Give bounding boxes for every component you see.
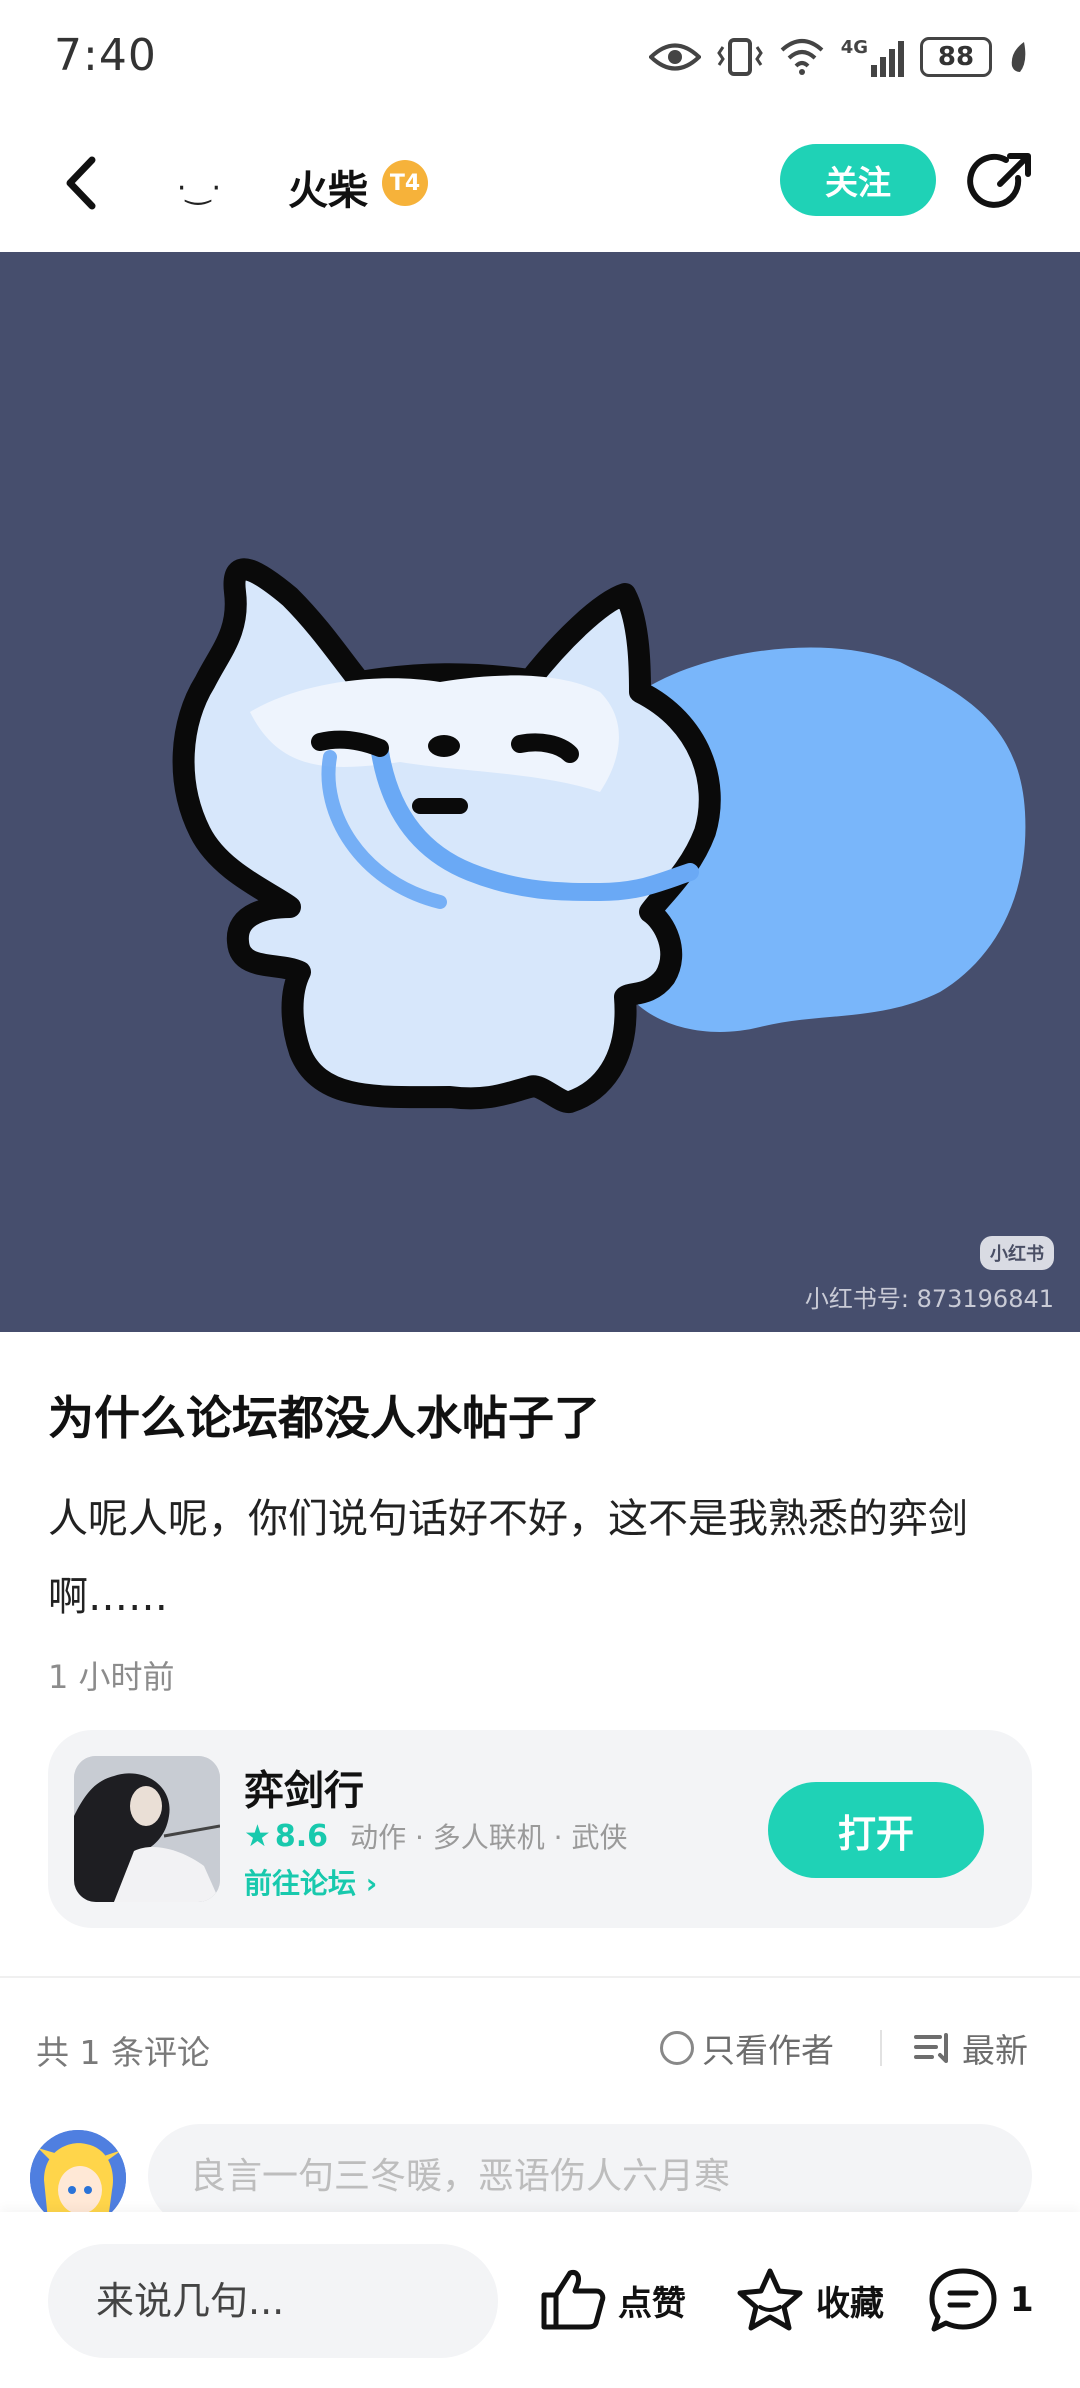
- go-to-forum-link[interactable]: 前往论坛 ›: [244, 1862, 377, 1902]
- signal-bar: [880, 57, 886, 77]
- header-separator: [880, 2030, 882, 2066]
- network-type: 4G: [840, 37, 868, 58]
- comment-bubble-icon: [929, 2268, 997, 2332]
- star-outline-icon: [737, 2268, 803, 2331]
- status-bar: 7:40 4G 88: [0, 0, 1080, 118]
- post-title: 为什么论坛都没人水帖子了: [48, 1391, 600, 1445]
- author-avatar[interactable]: · ͜ ·: [160, 148, 240, 228]
- game-tags: 动作 · 多人联机 · 武侠: [350, 1821, 628, 1854]
- wifi-icon: [780, 39, 824, 75]
- comment-button[interactable]: 1: [928, 2252, 1034, 2348]
- leaf-icon: [1011, 42, 1026, 72]
- eye-icon: [648, 43, 701, 71]
- game-card[interactable]: 弈剑行 ★ 8.6 动作 · 多人联机 · 武侠 前往论坛 › 打开: [48, 1730, 1032, 1928]
- post-body: 人呢人呢，你们说句话好不好，这不是我熟悉的弈剑啊……: [48, 1496, 968, 1620]
- level-badge: T4: [382, 160, 428, 206]
- post-image[interactable]: 小红书 小红书号: 873196841: [0, 252, 1080, 1332]
- thumbs-up-icon: [541, 2270, 606, 2330]
- bottom-action-bar: 点赞 收藏 1: [0, 2212, 1080, 2388]
- signal-bar: [898, 41, 904, 77]
- status-icons: 4G 88: [648, 32, 1030, 82]
- quick-comment-input[interactable]: [48, 2244, 498, 2358]
- signal-bar: [871, 65, 877, 77]
- only-author-label: 只看作者: [702, 2031, 834, 2070]
- comments-count: 共 1 条评论: [36, 2033, 210, 2072]
- top-nav-bar: · ͜ · 火柴 T4 关注: [0, 118, 1080, 252]
- game-meta: ★ 8.6 动作 · 多人联机 · 武侠: [244, 1816, 627, 1856]
- watermark-logo: 小红书: [980, 1236, 1054, 1270]
- star-icon: ★: [244, 1818, 271, 1854]
- game-thumbnail: [74, 1756, 220, 1902]
- favorite-button[interactable]: 收藏: [736, 2252, 884, 2348]
- sort-newest-button[interactable]: 最新: [914, 2024, 1028, 2072]
- share-icon[interactable]: [966, 148, 1036, 218]
- status-time: 7:40: [54, 30, 157, 81]
- game-rating: 8.6: [274, 1818, 329, 1854]
- sort-label: 最新: [962, 2031, 1028, 2070]
- comment-count: 1: [1010, 2280, 1034, 2320]
- follow-button[interactable]: 关注: [780, 144, 936, 216]
- sort-icon: [914, 2033, 948, 2063]
- battery-indicator: 88: [920, 37, 992, 77]
- section-divider: [0, 1976, 1080, 1978]
- game-name[interactable]: 弈剑行: [244, 1758, 364, 1816]
- crying-cat-illustration: [172, 558, 1026, 1113]
- radio-circle-icon: [660, 2031, 694, 2065]
- signal-indicator: 4G: [841, 37, 904, 77]
- vibrate-icon: [716, 38, 763, 76]
- open-game-button[interactable]: 打开: [768, 1782, 984, 1878]
- only-author-toggle[interactable]: 只看作者: [660, 2024, 834, 2072]
- like-label: 点赞: [618, 2283, 686, 2324]
- game-character-art: [74, 1756, 220, 1902]
- back-icon[interactable]: [48, 148, 118, 218]
- author-name[interactable]: 火柴: [288, 158, 368, 216]
- post-time: 1 小时前: [48, 1658, 175, 1696]
- signal-bar: [889, 49, 895, 77]
- like-button[interactable]: 点赞: [540, 2252, 686, 2348]
- watermark-text: 小红书号: 873196841: [804, 1285, 1054, 1313]
- favorite-label: 收藏: [816, 2283, 884, 2324]
